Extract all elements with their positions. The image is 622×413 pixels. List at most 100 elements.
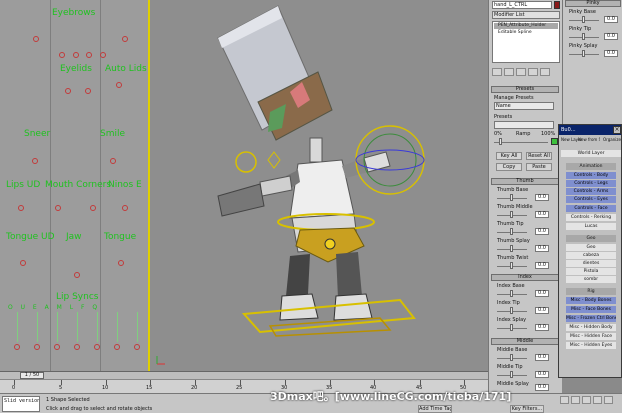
rollout-header-thumb[interactable]: Thumb bbox=[491, 178, 559, 185]
ramp-slider[interactable] bbox=[494, 142, 548, 143]
slider-knob[interactable] bbox=[582, 16, 585, 23]
control-ring[interactable] bbox=[18, 205, 24, 211]
layer-row[interactable]: Misc - Body Bones bbox=[566, 297, 616, 304]
layer-group-header[interactable]: Rig bbox=[566, 288, 616, 295]
object-color-swatch[interactable] bbox=[554, 1, 560, 9]
go-to-end-icon[interactable] bbox=[604, 396, 613, 404]
slider-knob[interactable] bbox=[510, 262, 513, 269]
layer-row[interactable]: Controls - Rerking bbox=[566, 214, 616, 221]
rollout-header-presets[interactable]: Presets bbox=[491, 86, 559, 93]
slider-knob[interactable] bbox=[510, 290, 513, 297]
control-ring[interactable] bbox=[86, 52, 92, 58]
reset-all-button[interactable]: Reset All bbox=[526, 152, 552, 160]
control-ring[interactable] bbox=[114, 344, 120, 350]
control-ring[interactable] bbox=[14, 344, 20, 350]
modifier-list-dropdown[interactable]: Modifier List bbox=[492, 11, 560, 19]
param-spinner[interactable]: 0.0 bbox=[535, 262, 549, 269]
param-spinner[interactable]: 0.0 bbox=[535, 245, 549, 252]
remove-modifier-icon[interactable] bbox=[528, 68, 538, 76]
layer-row[interactable]: dientes bbox=[566, 260, 616, 267]
control-ring[interactable] bbox=[90, 205, 96, 211]
param-spinner[interactable]: 0.0 bbox=[535, 228, 549, 235]
ramp-knob[interactable] bbox=[499, 138, 502, 145]
control-ring[interactable] bbox=[110, 158, 116, 164]
param-spinner[interactable]: 0.0 bbox=[535, 384, 549, 391]
layer-row[interactable]: Lucas bbox=[566, 223, 616, 230]
control-ring[interactable] bbox=[85, 88, 91, 94]
slider-knob[interactable] bbox=[510, 228, 513, 235]
layer-row[interactable]: Controls - Legs bbox=[566, 180, 616, 187]
param-spinner[interactable]: 0.0 bbox=[535, 211, 549, 218]
layer-tab[interactable]: Organize bbox=[603, 137, 621, 142]
slider-knob[interactable] bbox=[510, 371, 513, 378]
modifier-stack[interactable]: PEN_Attribute_Holder Editable Spline bbox=[492, 21, 560, 63]
slider-knob[interactable] bbox=[510, 211, 513, 218]
control-ring[interactable] bbox=[74, 344, 80, 350]
modifier-stack-item[interactable]: Editable Spline bbox=[494, 30, 558, 36]
object-name-field[interactable]: hand_L_CTRL bbox=[492, 1, 552, 9]
close-icon[interactable]: × bbox=[613, 126, 621, 134]
param-spinner[interactable]: 0.0 bbox=[535, 290, 549, 297]
slider-knob[interactable] bbox=[510, 307, 513, 314]
rollout-header-pinky[interactable]: Pinky bbox=[565, 0, 621, 7]
param-spinner[interactable]: 0.0 bbox=[535, 307, 549, 314]
control-ring[interactable] bbox=[116, 82, 122, 88]
param-spinner[interactable]: 0.0 bbox=[535, 371, 549, 378]
slider-knob[interactable] bbox=[582, 50, 585, 57]
layer-row[interactable]: Controls - Face bbox=[566, 205, 616, 212]
control-ring[interactable] bbox=[33, 36, 39, 42]
preset-name-field[interactable]: Name bbox=[494, 102, 554, 110]
layer-row[interactable]: Controls - Body bbox=[566, 172, 616, 179]
time-slider[interactable]: 1 / 50 bbox=[0, 371, 488, 379]
time-slider-thumb[interactable]: 1 / 50 bbox=[20, 372, 44, 379]
previous-frame-icon[interactable] bbox=[571, 396, 580, 404]
layer-row[interactable]: Geo bbox=[566, 244, 616, 251]
layer-row[interactable]: Misc - Hidden Face bbox=[566, 333, 616, 340]
play-icon[interactable] bbox=[582, 396, 591, 404]
control-ring[interactable] bbox=[32, 158, 38, 164]
key-filters-button[interactable]: Key Filters... bbox=[510, 405, 544, 413]
maxscript-listener[interactable]: Slid version 0 bbox=[2, 396, 40, 412]
paste-button[interactable]: Paste bbox=[526, 163, 552, 171]
layer-row[interactable]: Misc - Frozen Ctrl Bones bbox=[566, 315, 616, 322]
layer-row[interactable]: cabeza bbox=[566, 252, 616, 259]
control-ring[interactable] bbox=[74, 272, 80, 278]
slider-knob[interactable] bbox=[510, 324, 513, 331]
control-ring[interactable] bbox=[73, 52, 79, 58]
copy-button[interactable]: Copy bbox=[496, 163, 522, 171]
slider-knob[interactable] bbox=[510, 354, 513, 361]
layer-group-header[interactable]: Animation bbox=[566, 163, 616, 170]
show-end-result-icon[interactable] bbox=[504, 68, 514, 76]
param-spinner[interactable]: 0.0 bbox=[535, 354, 549, 361]
pin-stack-icon[interactable] bbox=[492, 68, 502, 76]
layer-manager-window[interactable]: Bu0... × New Layer New from Selection Or… bbox=[558, 124, 622, 378]
layer-window-title[interactable]: Bu0... bbox=[559, 125, 621, 135]
key-all-button[interactable]: Key All bbox=[496, 152, 522, 160]
control-ring[interactable] bbox=[20, 260, 26, 266]
layer-row[interactable]: sombr bbox=[566, 276, 616, 283]
slider-knob[interactable] bbox=[582, 33, 585, 40]
make-unique-icon[interactable] bbox=[516, 68, 526, 76]
param-spinner[interactable]: 0.0 bbox=[535, 324, 549, 331]
control-ring[interactable] bbox=[54, 344, 60, 350]
slider-knob[interactable] bbox=[510, 245, 513, 252]
rollout-header-middle[interactable]: Middle bbox=[491, 338, 559, 345]
world-layer[interactable]: World Layer bbox=[561, 150, 621, 157]
slider-knob[interactable] bbox=[510, 194, 513, 201]
control-ring[interactable] bbox=[65, 88, 71, 94]
control-ring[interactable] bbox=[100, 52, 106, 58]
control-ring[interactable] bbox=[118, 260, 124, 266]
rollout-header-index[interactable]: Index bbox=[491, 274, 559, 281]
configure-sets-icon[interactable] bbox=[540, 68, 550, 76]
layer-row[interactable]: Pistola bbox=[566, 268, 616, 275]
modifier-stack-item[interactable]: PEN_Attribute_Holder bbox=[494, 23, 558, 29]
control-ring[interactable] bbox=[34, 344, 40, 350]
perspective-viewport[interactable] bbox=[150, 0, 488, 371]
layer-group-header[interactable]: Geo bbox=[566, 235, 616, 242]
layer-tab[interactable]: New from Selection bbox=[578, 137, 600, 142]
param-spinner[interactable]: 0.0 bbox=[604, 50, 618, 57]
add-time-tag-button[interactable]: Add Time Tag bbox=[418, 405, 452, 413]
next-frame-icon[interactable] bbox=[593, 396, 602, 404]
param-spinner[interactable]: 0.0 bbox=[604, 33, 618, 40]
ramp-color-swatch[interactable] bbox=[551, 138, 558, 145]
